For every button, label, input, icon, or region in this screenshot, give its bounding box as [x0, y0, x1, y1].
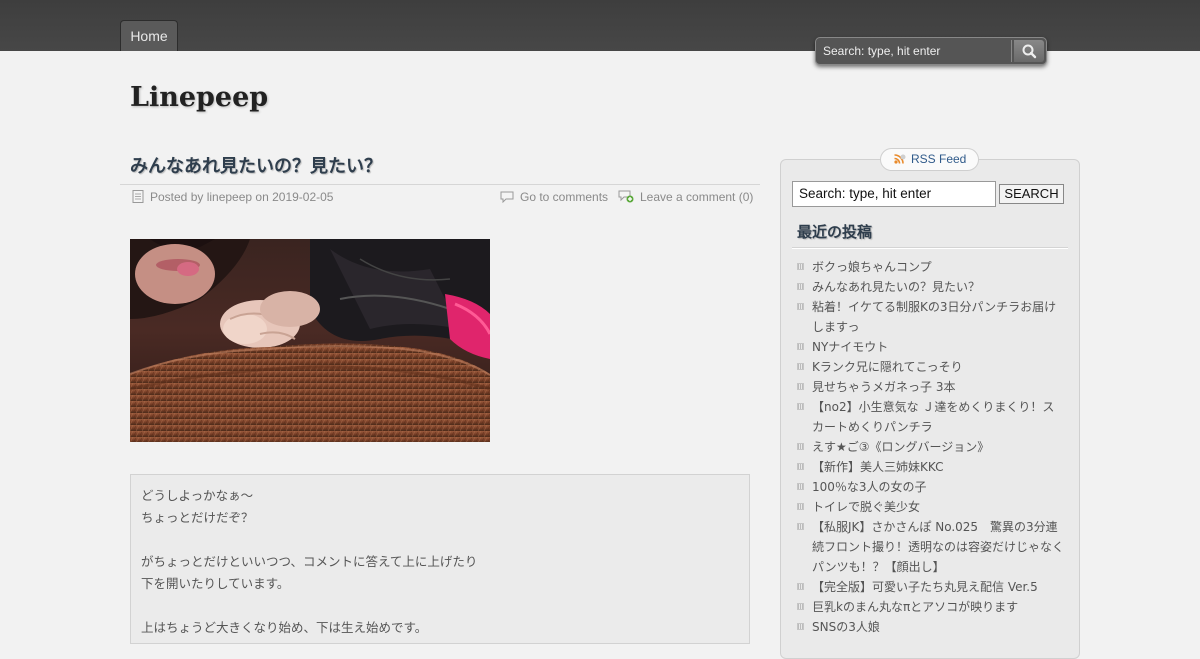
recent-post-link[interactable]: NYナイモウト	[795, 337, 1065, 357]
recent-posts-title: 最近の投稿	[797, 223, 873, 241]
sidebar-search-input[interactable]: Search: type, hit enter	[792, 181, 996, 207]
post-author-meta: Posted by linepeep on 2019-02-05	[132, 190, 333, 204]
recent-post-link[interactable]: SNSの3人娘	[795, 617, 1065, 637]
leave-comment-link[interactable]: Leave a comment (0)	[618, 190, 753, 204]
content-line: がちょっとだけといいつつ、コメントに答えて上に上げたり	[141, 554, 478, 569]
rss-feed-label: RSS Feed	[911, 152, 967, 166]
recent-post-link[interactable]: みんなあれ見たいの？見たい？	[795, 277, 1065, 297]
post-photo	[130, 239, 490, 442]
rss-feed-link[interactable]: RSS Feed	[880, 148, 979, 171]
go-to-comments-label: Go to comments	[520, 190, 609, 204]
recent-post-link[interactable]: 粘着！イケてる制服Kの3日分パンチラお届けしますっ	[795, 297, 1065, 337]
recent-posts-list: ボクっ娘ちゃんコンプ みんなあれ見たいの？見たい？ 粘着！イケてる制服Kの3日分…	[795, 257, 1065, 637]
post-title[interactable]: みんなあれ見たいの？見たい？	[130, 152, 382, 178]
speech-bubble-icon	[500, 191, 514, 203]
recent-post-link[interactable]: 【完全版】可愛い子たち丸見え配信 Ver.5	[795, 577, 1065, 597]
sidebar-search-button[interactable]: SEARCH	[999, 184, 1064, 204]
header-search-input[interactable]: Search: type, hit enter	[819, 40, 1012, 62]
nav-home-tab[interactable]: Home	[120, 20, 178, 51]
header-search-box: Search: type, hit enter	[815, 37, 1047, 65]
recent-post-link[interactable]: 100％な3人の女の子	[795, 477, 1065, 497]
recent-post-link[interactable]: 【私服JK】さかさんぽ No.025 驚異の3分連続フロント撮り！透明なのは容姿…	[795, 517, 1065, 577]
recent-post-link[interactable]: ボクっ娘ちゃんコンプ	[795, 257, 1065, 277]
widget-divider	[792, 247, 1068, 249]
recent-post-link[interactable]: Kランク兄に隠れてこっそり	[795, 357, 1065, 377]
recent-post-link[interactable]: トイレで脱ぐ美少女	[795, 497, 1065, 517]
recent-post-link[interactable]: 見せちゃうメガネっ子 3本	[795, 377, 1065, 397]
post-content: どうしよっかなぁ～ ちょっとだけだぞ？ がちょっとだけといいつつ、コメントに答え…	[130, 474, 750, 644]
document-icon	[132, 190, 144, 203]
content-line: ちょっとだけだぞ？	[141, 510, 254, 525]
recent-post-link[interactable]: 巨乳kのまん丸なπとアソコが映ります	[795, 597, 1065, 617]
header-search-button[interactable]	[1014, 40, 1044, 62]
rss-icon	[894, 154, 906, 164]
content-line: 下を開いたりしています。	[141, 576, 290, 591]
recent-post-link[interactable]: えす★ご③《ロングバージョン》	[795, 437, 1065, 457]
post-meta: Posted by linepeep on 2019-02-05 Go to c…	[120, 184, 760, 207]
recent-post-link[interactable]: 【no2】小生意気な Ｊ達をめくりまくり！スカートめくりパンチラ	[795, 397, 1065, 437]
content-line: 上はちょうど大きくなり始め、下は生え始めです。	[141, 620, 428, 635]
magnifier-icon	[1022, 44, 1037, 59]
leave-comment-label: Leave a comment (0)	[640, 190, 754, 204]
post-image[interactable]	[130, 239, 490, 442]
site-title[interactable]: Linepeep	[130, 82, 268, 113]
add-comment-icon	[618, 190, 634, 203]
recent-post-link[interactable]: 【新作】美人三姉妹KKC	[795, 457, 1065, 477]
go-to-comments-link[interactable]: Go to comments	[500, 190, 608, 204]
post-author-text: Posted by linepeep on 2019-02-05	[150, 190, 334, 204]
content-line: どうしよっかなぁ～	[141, 488, 254, 503]
